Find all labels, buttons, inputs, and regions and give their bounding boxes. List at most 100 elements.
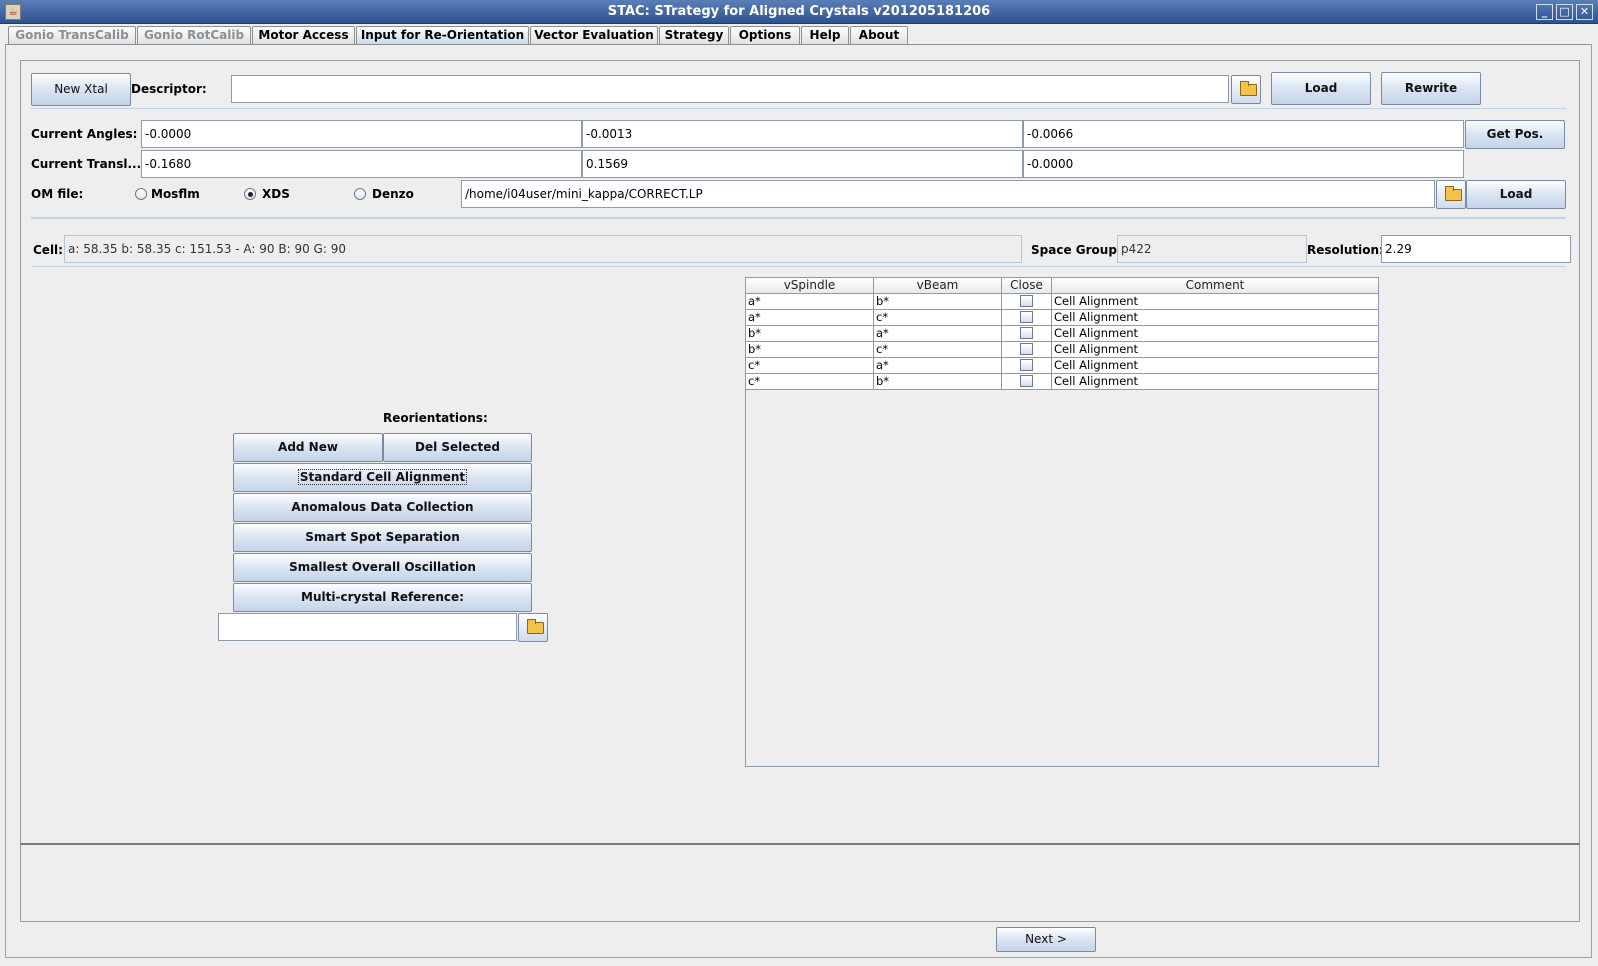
standard-cell-alignment-button[interactable]: Standard Cell Alignment <box>233 463 532 492</box>
descriptor-label: Descriptor: <box>131 82 207 96</box>
angle-2-field[interactable]: -0.0013 <box>582 120 1023 148</box>
cell-close[interactable] <box>1002 294 1052 310</box>
resolution-input[interactable]: 2.29 <box>1381 235 1571 263</box>
get-pos-button[interactable]: Get Pos. <box>1465 120 1565 149</box>
tab-options[interactable]: Options <box>730 26 800 44</box>
cell-comment[interactable]: Cell Alignment <box>1052 310 1379 326</box>
folder-icon <box>1445 186 1462 201</box>
om-file-browse-button[interactable] <box>1436 180 1466 209</box>
cell-comment[interactable]: Cell Alignment <box>1052 326 1379 342</box>
next-button[interactable]: Next > <box>996 927 1096 952</box>
tab-input-reorientation[interactable]: Input for Re-Orientation <box>356 26 529 44</box>
cell-vspindle[interactable]: a* <box>746 310 874 326</box>
maximize-icon[interactable]: □ <box>1556 4 1573 20</box>
anomalous-data-collection-button[interactable]: Anomalous Data Collection <box>233 493 532 522</box>
cell-vbeam[interactable]: b* <box>874 294 1002 310</box>
cell-close[interactable] <box>1002 358 1052 374</box>
close-checkbox[interactable] <box>1020 359 1033 371</box>
tab-gonio-rotcalib[interactable]: Gonio RotCalib <box>137 26 251 44</box>
column-header-vbeam[interactable]: vBeam <box>874 278 1002 294</box>
descriptor-browse-button[interactable] <box>1231 75 1261 104</box>
table-row[interactable]: a* c* Cell Alignment <box>746 310 1379 326</box>
radio-xds-label[interactable]: XDS <box>262 187 290 201</box>
column-header-vspindle[interactable]: vSpindle <box>746 278 874 294</box>
cell-vbeam[interactable]: a* <box>874 326 1002 342</box>
transl-3-field[interactable]: -0.0000 <box>1023 150 1464 178</box>
minimize-icon[interactable]: _ <box>1536 4 1553 20</box>
load-om-file-button[interactable]: Load <box>1466 180 1566 209</box>
column-header-close[interactable]: Close <box>1002 278 1052 294</box>
descriptor-input[interactable] <box>231 75 1229 103</box>
space-group-value: p422 <box>1117 235 1307 263</box>
table-row[interactable]: a* b* Cell Alignment <box>746 294 1379 310</box>
java-cup-icon[interactable]: ☕ <box>5 4 21 20</box>
table-row[interactable]: b* c* Cell Alignment <box>746 342 1379 358</box>
close-icon[interactable]: ✕ <box>1576 4 1593 20</box>
close-checkbox[interactable] <box>1020 327 1033 339</box>
cell-comment[interactable]: Cell Alignment <box>1052 358 1379 374</box>
tab-help[interactable]: Help <box>801 26 849 44</box>
separator <box>31 266 1566 267</box>
tab-strategy[interactable]: Strategy <box>659 26 729 44</box>
standard-cell-alignment-label: Standard Cell Alignment <box>297 469 468 485</box>
close-checkbox[interactable] <box>1020 375 1033 387</box>
angle-1-field[interactable]: -0.0000 <box>141 120 582 148</box>
cell-vbeam[interactable]: c* <box>874 342 1002 358</box>
reference-file-input[interactable] <box>218 613 517 641</box>
cell-vspindle[interactable]: c* <box>746 374 874 390</box>
title-bar: STAC: STrategy for Aligned Crystals v201… <box>0 0 1598 24</box>
reference-browse-button[interactable] <box>518 613 548 642</box>
smart-spot-separation-button[interactable]: Smart Spot Separation <box>233 523 532 552</box>
close-checkbox[interactable] <box>1020 295 1033 307</box>
transl-1-field[interactable]: -0.1680 <box>141 150 582 178</box>
current-angles-label: Current Angles: <box>31 127 138 141</box>
table-row[interactable]: c* b* Cell Alignment <box>746 374 1379 390</box>
reorientation-table[interactable]: vSpindle vBeam Close Comment a* b* Cell … <box>745 277 1379 767</box>
cell-vspindle[interactable]: c* <box>746 358 874 374</box>
cell-vbeam[interactable]: a* <box>874 358 1002 374</box>
cell-vspindle[interactable]: b* <box>746 326 874 342</box>
new-xtal-button[interactable]: New Xtal <box>31 73 131 106</box>
radio-xds[interactable] <box>244 188 256 200</box>
status-panel <box>20 845 1580 922</box>
cell-vspindle[interactable]: b* <box>746 342 874 358</box>
cell-comment[interactable]: Cell Alignment <box>1052 294 1379 310</box>
load-descriptor-button[interactable]: Load <box>1271 72 1371 105</box>
space-group-label: Space Group: <box>1031 243 1122 257</box>
separator <box>31 108 1566 109</box>
transl-2-field[interactable]: 0.1569 <box>582 150 1023 178</box>
om-file-path-input[interactable]: /home/i04user/mini_kappa/CORRECT.LP <box>461 180 1435 208</box>
cell-value: a: 58.35 b: 58.35 c: 151.53 - A: 90 B: 9… <box>64 235 1022 263</box>
cell-vspindle[interactable]: a* <box>746 294 874 310</box>
cell-comment[interactable]: Cell Alignment <box>1052 342 1379 358</box>
tab-about[interactable]: About <box>850 26 908 44</box>
rewrite-button[interactable]: Rewrite <box>1381 72 1481 105</box>
angle-3-field[interactable]: -0.0066 <box>1023 120 1464 148</box>
resolution-label: Resolution: <box>1307 243 1384 257</box>
del-selected-button[interactable]: Del Selected <box>383 433 532 462</box>
cell-close[interactable] <box>1002 374 1052 390</box>
multi-crystal-reference-button[interactable]: Multi-crystal Reference: <box>233 583 532 612</box>
table-row[interactable]: b* a* Cell Alignment <box>746 326 1379 342</box>
close-checkbox[interactable] <box>1020 343 1033 355</box>
cell-close[interactable] <box>1002 342 1052 358</box>
cell-close[interactable] <box>1002 326 1052 342</box>
tab-gonio-transcalib[interactable]: Gonio TransCalib <box>8 26 136 44</box>
radio-mosflm-label[interactable]: Mosflm <box>151 187 200 201</box>
radio-mosflm[interactable] <box>135 188 147 200</box>
tab-vector-evaluation[interactable]: Vector Evaluation <box>530 26 658 44</box>
cell-comment[interactable]: Cell Alignment <box>1052 374 1379 390</box>
tab-motor-access[interactable]: Motor Access <box>252 26 355 44</box>
cell-vbeam[interactable]: c* <box>874 310 1002 326</box>
folder-icon <box>527 619 544 634</box>
cell-close[interactable] <box>1002 310 1052 326</box>
radio-denzo[interactable] <box>354 188 366 200</box>
smallest-overall-oscillation-button[interactable]: Smallest Overall Oscillation <box>233 553 532 582</box>
om-file-label: OM file: <box>31 187 84 201</box>
add-new-button[interactable]: Add New <box>233 433 383 462</box>
column-header-comment[interactable]: Comment <box>1052 278 1379 294</box>
close-checkbox[interactable] <box>1020 311 1033 323</box>
cell-vbeam[interactable]: b* <box>874 374 1002 390</box>
table-row[interactable]: c* a* Cell Alignment <box>746 358 1379 374</box>
radio-denzo-label[interactable]: Denzo <box>372 187 414 201</box>
